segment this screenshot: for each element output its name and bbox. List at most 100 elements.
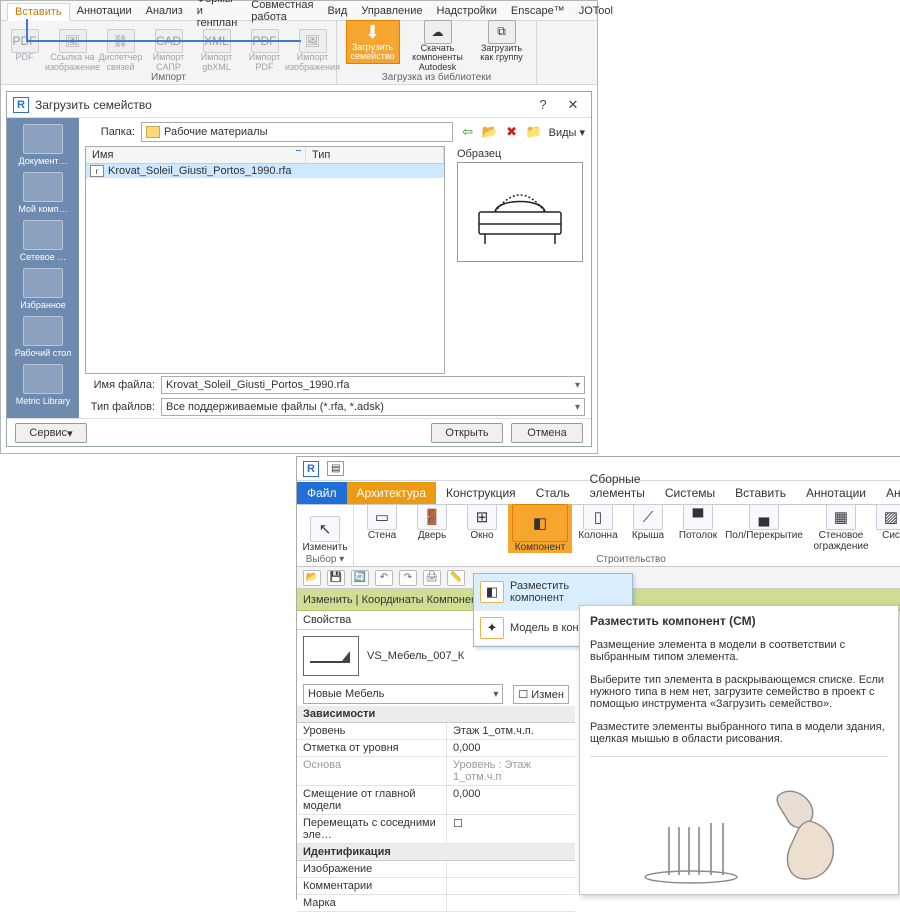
- group-select-label: Выбор ▾: [306, 553, 345, 566]
- tab-enscape[interactable]: Enscape™: [504, 3, 572, 19]
- sync-icon[interactable]: 🔄: [351, 570, 369, 586]
- ceiling-tool[interactable]: ▀Потолок: [674, 504, 722, 553]
- tab-addins[interactable]: Надстройки: [430, 3, 504, 19]
- filetype-dropdown[interactable]: Все поддерживаемые файлы (*.rfa, *.adsk): [161, 398, 585, 416]
- folder-dropdown[interactable]: Рабочие материалы: [141, 122, 453, 142]
- prop-host-value: Уровень : Этаж 1_отм.ч.п: [447, 757, 575, 785]
- properties-palette: Свойства VS_Мебель_007_К Новые Мебель ☐ …: [297, 611, 575, 912]
- revit-logo-icon: R: [303, 461, 319, 477]
- tab-analysis-low[interactable]: Анализ: [876, 482, 900, 504]
- tab-systems[interactable]: Системы: [655, 482, 725, 504]
- prop-image-value[interactable]: [447, 861, 575, 877]
- prop-level-value[interactable]: Этаж 1_отм.ч.п.: [447, 723, 575, 739]
- autodesk-components-tool[interactable]: ☁Скачать компоненты Autodesk: [406, 20, 470, 72]
- prop-mark-label: Марка: [297, 895, 447, 911]
- filename-label: Имя файла:: [85, 379, 155, 391]
- folder-label: Папка:: [85, 126, 135, 138]
- place-mycomputer[interactable]: Мой комп…: [12, 170, 74, 216]
- nav-back-icon[interactable]: ⇦: [459, 124, 477, 140]
- modify-tool[interactable]: ↖Изменить: [301, 516, 349, 553]
- dialog-close-button[interactable]: ✕: [561, 97, 585, 113]
- tab-insert-low[interactable]: Вставить: [725, 482, 796, 504]
- edit-type-button[interactable]: ☐ Измен: [513, 685, 569, 704]
- load-family-button[interactable]: ⬇Загрузить семейство: [344, 20, 402, 64]
- cancel-button[interactable]: Отмена: [511, 423, 583, 443]
- tab-annotations-low[interactable]: Аннотации: [796, 482, 876, 504]
- file-list[interactable]: Имя Тип r Krovat_Soleil_Giusti_Portos_19…: [85, 146, 445, 374]
- tab-annotations[interactable]: Аннотации: [70, 3, 139, 19]
- place-component-tooltip: Разместить компонент (СМ) Размещение эле…: [579, 605, 899, 895]
- prop-moves-label: Перемещать с соседними эле…: [297, 815, 447, 843]
- roof-tool[interactable]: ⟋Крыша: [624, 504, 672, 553]
- tab-analysis[interactable]: Анализ: [139, 3, 190, 19]
- curtain-system-tool[interactable]: ▨Сис: [878, 504, 900, 553]
- load-family-dialog: R Загрузить семейство ? ✕ Документ… Мой …: [6, 91, 592, 447]
- group-import-label: Импорт: [151, 72, 186, 84]
- ribbon-insert: PDFPDF 🖼Ссылка на изображение ⛓Диспетчер…: [1, 21, 597, 85]
- manage-links-tool: ⛓Диспетчер связей: [99, 29, 143, 72]
- place-documents[interactable]: Документ…: [12, 122, 74, 168]
- filename-input[interactable]: Krovat_Soleil_Giusti_Portos_1990.rfa: [161, 376, 585, 394]
- place-favorites[interactable]: Избранное: [12, 266, 74, 312]
- qat-page-icon[interactable]: ▤: [327, 461, 344, 476]
- tab-insert[interactable]: Вставить: [7, 3, 70, 21]
- nav-up-icon[interactable]: 📂: [481, 124, 499, 140]
- wall-tool[interactable]: ▭Стена: [358, 504, 406, 553]
- open-button[interactable]: Открыть: [431, 423, 503, 443]
- prop-comments-value[interactable]: [447, 878, 575, 894]
- floor-tool[interactable]: ▄Пол/Перекрытие: [724, 504, 804, 553]
- prop-elevation-value[interactable]: 0,000: [447, 740, 575, 756]
- open-icon[interactable]: 📂: [303, 570, 321, 586]
- door-tool[interactable]: 🚪Дверь: [408, 504, 456, 553]
- file-preview: Образец: [457, 146, 585, 374]
- dialog-help-button[interactable]: ?: [531, 97, 555, 112]
- tab-jotool[interactable]: JOTool: [572, 3, 620, 19]
- type-selector[interactable]: Новые Мебель: [303, 684, 503, 704]
- service-button[interactable]: Сервис ▾: [15, 423, 87, 443]
- undo-icon[interactable]: ↶: [375, 570, 393, 586]
- place-desktop[interactable]: Рабочий стол: [12, 314, 74, 360]
- preview-label: Образец: [457, 148, 585, 160]
- prop-elevation-label: Отметка от уровня: [297, 740, 447, 756]
- measure-icon[interactable]: 📏: [447, 570, 465, 586]
- views-label[interactable]: Виды ▾: [549, 126, 585, 139]
- import-image-tool: 🖼Импорт изображения: [291, 29, 335, 72]
- prop-moves-value[interactable]: ☐: [447, 815, 575, 843]
- nav-newfolder-icon[interactable]: 📁: [525, 124, 543, 140]
- component-button[interactable]: ◧Компонент: [508, 504, 572, 553]
- nav-delete-icon[interactable]: ✖: [503, 124, 521, 140]
- file-row-selected[interactable]: r Krovat_Soleil_Giusti_Portos_1990.rfa: [86, 164, 444, 178]
- col-name[interactable]: Имя: [86, 147, 306, 163]
- tab-steel[interactable]: Сталь: [526, 482, 580, 504]
- place-network[interactable]: Сетевое …: [12, 218, 74, 264]
- tab-view[interactable]: Вид: [320, 3, 354, 19]
- redo-icon[interactable]: ↷: [399, 570, 417, 586]
- group-build-label: Строительство: [596, 553, 666, 566]
- tab-architecture[interactable]: Архитектура: [347, 482, 437, 504]
- col-type[interactable]: Тип: [306, 147, 444, 163]
- place-metric-library[interactable]: Metric Library: [12, 362, 74, 408]
- column-tool[interactable]: ▯Колонна: [574, 504, 622, 553]
- import-cad-tool: CADИмпорт САПР: [147, 29, 191, 72]
- prop-level-label: Уровень: [297, 723, 447, 739]
- prop-offset-label: Смещение от главной модели: [297, 786, 447, 814]
- prop-mark-value[interactable]: [447, 895, 575, 911]
- save-icon[interactable]: 💾: [327, 570, 345, 586]
- load-as-group-tool[interactable]: ⧉Загрузить как группу: [474, 20, 530, 63]
- revit-logo-icon: R: [13, 97, 29, 113]
- prop-image-label: Изображение: [297, 861, 447, 877]
- prop-offset-value[interactable]: 0,000: [447, 786, 575, 814]
- type-thumbnail: [303, 636, 359, 676]
- tab-structure[interactable]: Конструкция: [436, 482, 526, 504]
- tab-file[interactable]: Файл: [297, 482, 347, 504]
- link-pdf-tool: PDFPDF: [3, 29, 47, 72]
- tab-precast[interactable]: Сборные элементы: [580, 468, 655, 504]
- curtain-wall-tool[interactable]: ▦Стеновое ограждение: [806, 504, 876, 553]
- preview-image: [457, 162, 583, 262]
- tab-manage[interactable]: Управление: [354, 3, 429, 19]
- window-tool[interactable]: ⊞Окно: [458, 504, 506, 553]
- prop-host-label: Основа: [297, 757, 447, 785]
- print-icon[interactable]: 🖨: [423, 570, 441, 586]
- type-name: VS_Мебель_007_К: [367, 650, 464, 662]
- cat-identity: Идентификация: [297, 844, 575, 861]
